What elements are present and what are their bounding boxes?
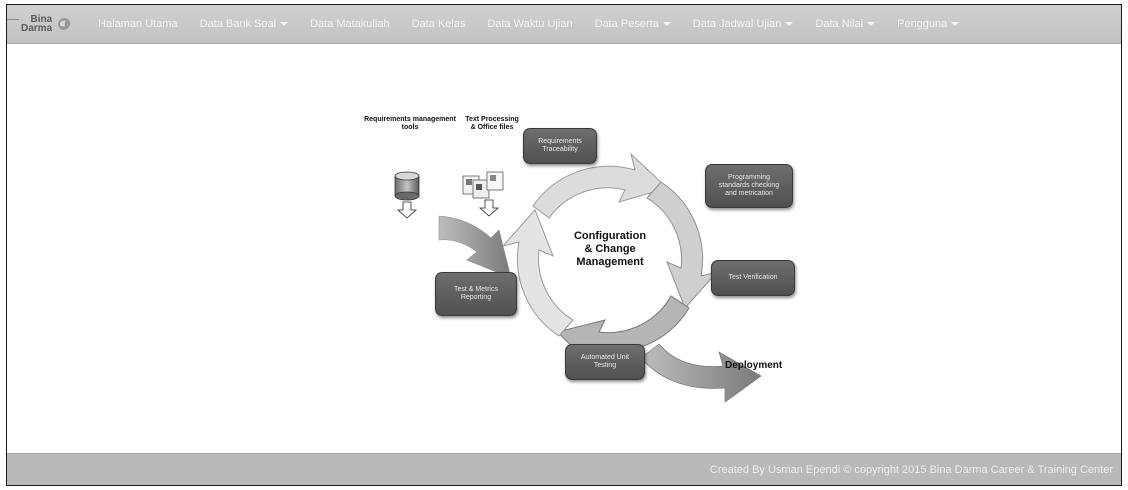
req-tools-line-1: Requirements management (364, 116, 456, 123)
nav-label: Data Matakuliah (310, 18, 390, 30)
prog-line-1: Programming (727, 174, 770, 181)
box-automated-unit-testing: Automated Unit Testing (565, 344, 645, 380)
nav-data-bank-soal[interactable]: Data Bank Soal (189, 5, 299, 43)
box-requirements-traceability: Requirements Traceability (523, 128, 597, 164)
unit-line-2: Testing (593, 362, 617, 369)
center-title: Configuration & Change Management (555, 230, 665, 269)
top-navbar: Bina Darma Halaman Utama Data Bank Soal … (7, 5, 1121, 44)
brand-text: Bina Darma (7, 15, 53, 34)
box-test-metrics-reporting: Test & Metrics Reporting (435, 272, 517, 316)
nav-label: Data Peserta (594, 18, 659, 30)
nav-label: Data Jadwal Ujian (692, 18, 782, 30)
center-line-2: & Change (584, 243, 636, 255)
nav-label: Halaman Utama (98, 18, 178, 30)
req-trace-line-1: Requirements (538, 138, 582, 145)
center-line-1: Configuration (573, 230, 647, 242)
app-frame: Bina Darma Halaman Utama Data Bank Soal … (6, 4, 1122, 486)
nav-data-peserta[interactable]: Data Peserta (584, 5, 682, 43)
deployment-label: Deployment (725, 360, 783, 371)
box-programming-standards: Programming standards checking and metri… (705, 164, 793, 208)
nav-pengguna[interactable]: Pengguna (886, 5, 970, 43)
req-trace-line-2: Traceability (542, 146, 578, 153)
nav-label: Data Kelas (411, 18, 466, 30)
brand-globe-icon (58, 18, 71, 30)
nav-data-waktu-ujian[interactable]: Data Waktu Ujian (476, 5, 583, 43)
text-proc-line-2: & Office files (470, 124, 514, 131)
test-metrics-line-2: Reporting (460, 294, 492, 301)
brand-line-2: Darma (21, 23, 53, 34)
caret-down-icon (785, 22, 794, 27)
nav-label: Pengguna (897, 18, 948, 30)
nav-data-kelas[interactable]: Data Kelas (401, 5, 477, 43)
req-tools-line-2: tools (401, 124, 419, 131)
unit-line-1: Automated Unit (580, 354, 630, 361)
caret-down-icon (867, 22, 876, 27)
brand-line-1: Bina (7, 15, 52, 25)
nav-label: Data Waktu Ujian (487, 18, 573, 30)
prog-line-2: standards checking (718, 182, 780, 189)
input-arrow (438, 215, 512, 279)
footer-copyright: Created By Usman Ependi © copyright 2015… (709, 464, 1113, 476)
caret-down-icon (280, 22, 289, 27)
nav-halaman-utama[interactable]: Halaman Utama (87, 5, 188, 43)
requirements-tools-label: Requirements management tools (355, 116, 465, 132)
nav-label: Data Nilai (815, 18, 864, 30)
nav-data-matakuliah[interactable]: Data Matakuliah (299, 5, 401, 43)
caret-down-icon (662, 22, 671, 27)
page-footer: Created By Usman Ependi © copyright 2015… (7, 453, 1121, 485)
center-line-3: Management (576, 256, 644, 268)
brand-logo[interactable]: Bina Darma (7, 5, 73, 43)
nav-label: Data Bank Soal (199, 18, 277, 30)
box-test-verification: Test Verification (711, 260, 795, 296)
text-processing-label: Text Processing & Office files (459, 116, 525, 132)
prog-line-3: and metrication (725, 190, 773, 197)
main-content: Requirements management tools Text Proce… (7, 44, 1121, 453)
configuration-management-diagram: Requirements management tools Text Proce… (341, 108, 811, 418)
test-verif-text: Test Verification (728, 274, 778, 281)
caret-down-icon (951, 22, 960, 27)
test-metrics-line-1: Test & Metrics (454, 286, 498, 293)
office-files-icon (462, 171, 504, 217)
deployment-arrow (640, 343, 762, 403)
database-icon (394, 171, 420, 219)
text-proc-line-1: Text Processing (465, 116, 519, 123)
nav-data-jadwal-ujian[interactable]: Data Jadwal Ujian (682, 5, 805, 43)
nav-data-nilai[interactable]: Data Nilai (804, 5, 886, 43)
